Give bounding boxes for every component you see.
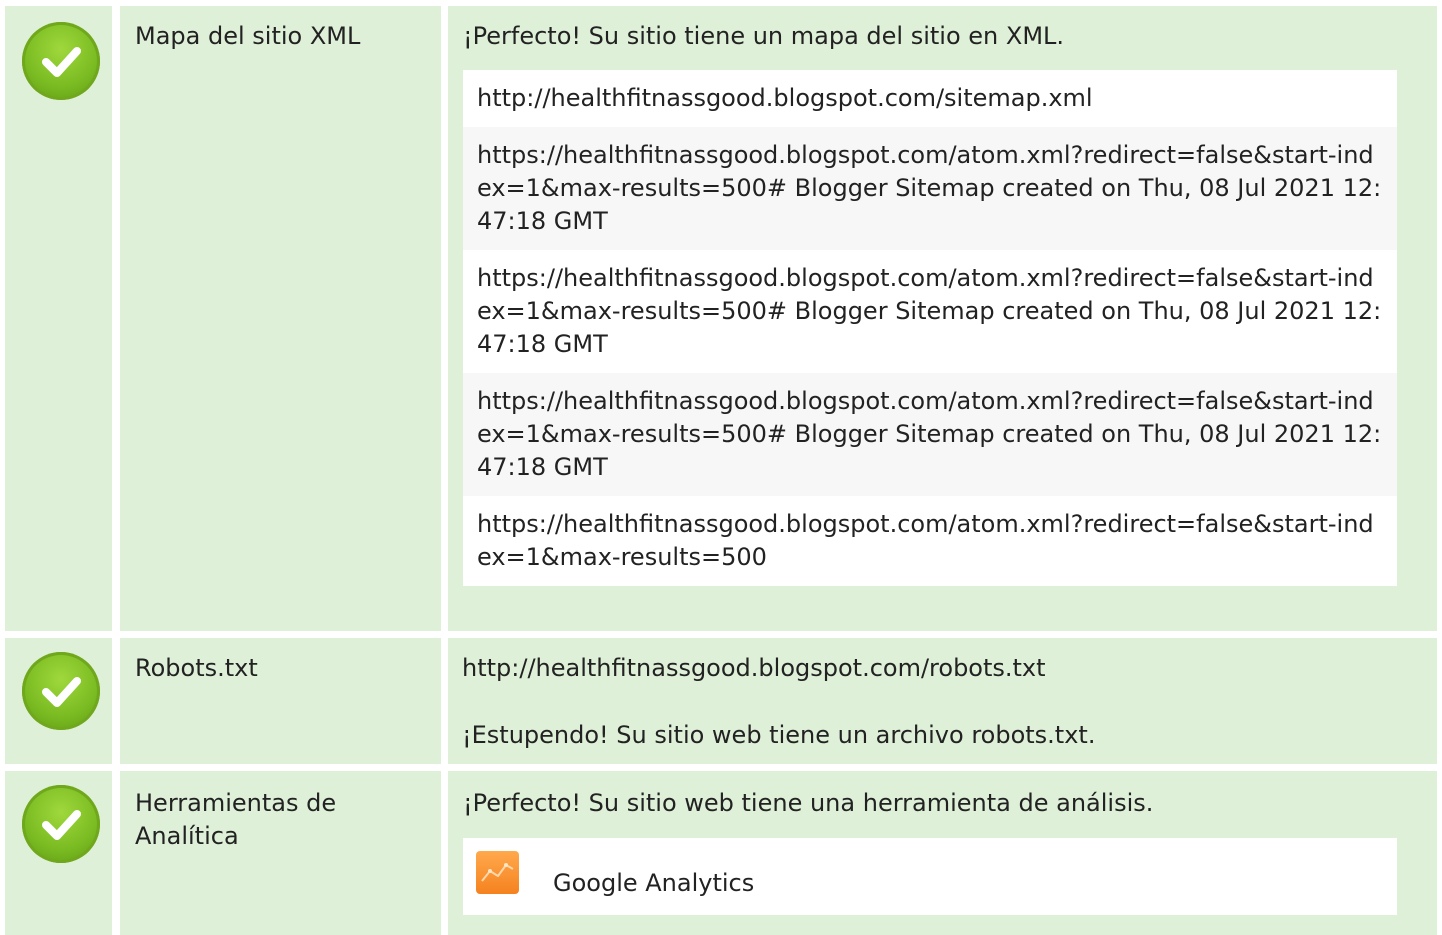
result-cell: ¡Perfecto! Su sitio web tiene una herram… — [448, 771, 1437, 935]
robots-url: http://healthfitnassgood.blogspot.com/ro… — [462, 654, 1046, 682]
label-cell: Herramientas de Analítica — [120, 771, 441, 935]
result-message: ¡Perfecto! Su sitio web tiene una herram… — [463, 789, 1154, 817]
result-message: ¡Estupendo! Su sitio web tiene un archiv… — [462, 721, 1096, 749]
sitemap-list: http://healthfitnassgood.blogspot.com/si… — [463, 70, 1397, 586]
label-cell: Robots.txt — [120, 638, 441, 764]
sitemap-url: https://healthfitnassgood.blogspot.com/a… — [463, 127, 1397, 250]
analytics-tool: Google Analytics — [463, 838, 1397, 915]
check-icon — [22, 22, 100, 100]
robots-row: Robots.txt http://healthfitnassgood.blog… — [5, 638, 1437, 764]
status-cell — [5, 638, 112, 764]
row-label: Robots.txt — [135, 654, 258, 682]
sitemap-url: https://healthfitnassgood.blogspot.com/a… — [463, 250, 1397, 373]
sitemap-url: https://healthfitnassgood.blogspot.com/a… — [463, 373, 1397, 496]
analytics-tool-name: Google Analytics — [553, 869, 755, 897]
sitemap-row: Mapa del sitio XML ¡Perfecto! Su sitio t… — [5, 6, 1437, 631]
check-icon — [22, 785, 100, 863]
google-analytics-icon — [476, 851, 519, 894]
status-cell — [5, 6, 112, 631]
label-cell: Mapa del sitio XML — [120, 6, 441, 631]
result-cell: http://healthfitnassgood.blogspot.com/ro… — [448, 638, 1437, 764]
analytics-row: Herramientas de Analítica ¡Perfecto! Su … — [5, 771, 1437, 935]
sitemap-url: https://healthfitnassgood.blogspot.com/a… — [463, 496, 1397, 586]
check-icon — [22, 652, 100, 730]
result-cell: ¡Perfecto! Su sitio tiene un mapa del si… — [448, 6, 1437, 631]
result-message: ¡Perfecto! Su sitio tiene un mapa del si… — [463, 22, 1065, 50]
row-label: Herramientas de Analítica — [135, 789, 337, 850]
sitemap-url: http://healthfitnassgood.blogspot.com/si… — [463, 70, 1397, 127]
row-label: Mapa del sitio XML — [135, 22, 361, 50]
status-cell — [5, 771, 112, 935]
